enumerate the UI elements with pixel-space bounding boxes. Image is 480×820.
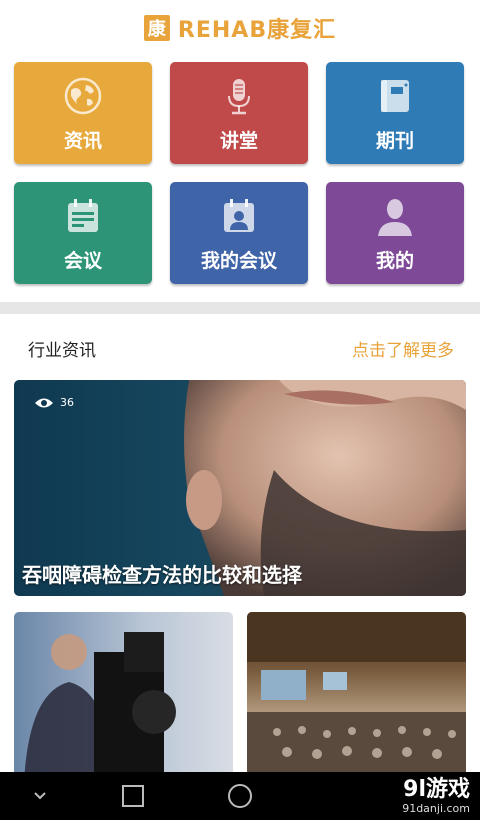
watermark-main: 9l游戏 [403,776,470,802]
section-title: 行业资讯 [28,341,96,361]
tile-label: 我的会议 [200,250,277,272]
article-title: 吞咽障碍检查方法的比较和选择 [22,563,302,587]
menu-grid: 资讯 讲堂 期刊 会议 我的会议 我的 [14,62,466,284]
home-icon[interactable] [227,784,253,810]
logo-icon: 康 [143,15,170,41]
article-card[interactable] [14,612,233,782]
tile-label: 期刊 [375,130,414,152]
tile-my-meeting[interactable]: 我的会议 [170,182,308,284]
globe-icon [64,77,102,115]
recent-apps-icon[interactable] [121,784,145,808]
watermark-sub: 91danji.com [402,801,470,815]
more-link[interactable]: 点击了解更多 [352,336,454,361]
article-card-image [247,612,466,782]
tile-meeting[interactable]: 会议 [14,182,152,284]
tile-profile[interactable]: 我的 [326,182,464,284]
tile-label: 我的 [375,250,414,272]
article-card[interactable] [247,612,466,782]
view-count-number: 36 [60,396,74,409]
app-title: REHAB康复汇 [177,18,337,43]
tile-news[interactable]: 资讯 [14,62,152,164]
article-card-image [24,632,176,782]
tile-label: 讲堂 [219,130,258,152]
view-count: 36 [34,396,74,409]
microphone-icon [228,79,250,115]
eye-icon [35,398,53,407]
watermark-logo: 9l游戏 91danji.com [402,772,470,820]
tile-lecture[interactable]: 讲堂 [170,62,308,164]
tile-journal[interactable]: 期刊 [326,62,464,164]
app-header: 康 REHAB康复汇 [0,0,480,56]
tile-label: 会议 [63,250,102,272]
section-header: 行业资讯 点击了解更多 [0,330,480,366]
tile-label: 资讯 [63,130,102,152]
section-divider [0,302,480,314]
system-nav-bar: 9l游戏 91danji.com [0,772,480,820]
calendar-icon [68,199,98,232]
user-icon [378,199,412,236]
featured-article[interactable]: 36 吞咽障碍检查方法的比较和选择 [14,380,466,596]
journal-icon [381,80,409,112]
chevron-down-icon[interactable] [30,784,50,808]
my-meeting-icon [224,199,254,232]
